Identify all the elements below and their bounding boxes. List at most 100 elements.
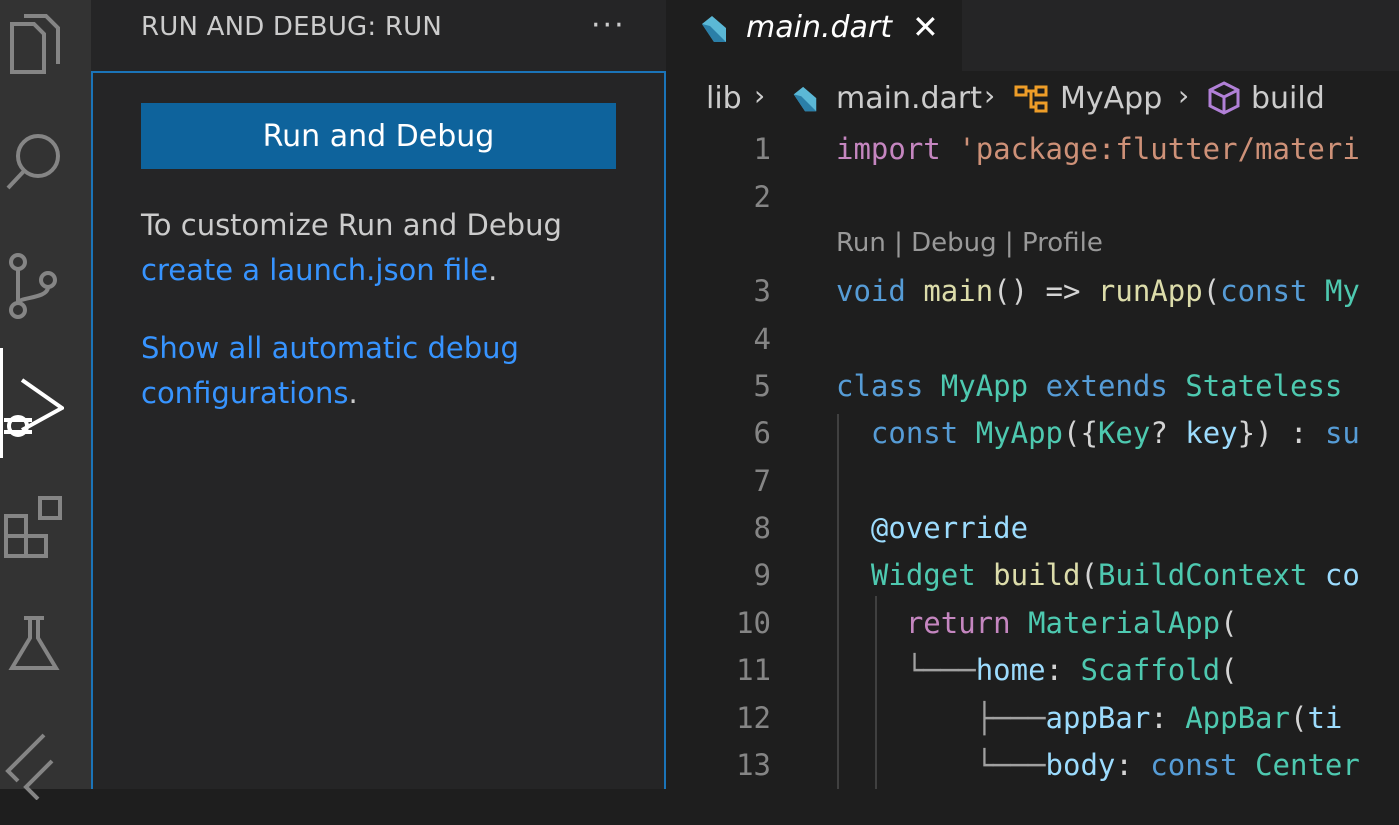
token: Key <box>1097 416 1151 450</box>
line-number: 6 <box>753 416 771 450</box>
line-number: 9 <box>753 558 771 592</box>
breadcrumb-class[interactable]: MyApp <box>1060 81 1162 116</box>
tab-main-dart[interactable]: main.dart ✕ <box>666 0 962 71</box>
codelens-separator: | <box>996 228 1022 258</box>
token: const <box>1150 748 1238 782</box>
breadcrumb-method[interactable]: build <box>1251 81 1325 116</box>
token: : <box>1045 653 1081 687</box>
token: void <box>836 274 906 308</box>
token: ti <box>1307 701 1343 735</box>
token: MyApp <box>940 369 1029 403</box>
token: extends <box>1045 369 1168 403</box>
token: ( <box>1220 606 1238 640</box>
extensions-icon[interactable] <box>0 482 91 592</box>
close-icon[interactable]: ✕ <box>912 8 939 46</box>
editor-area: main.dart ✕ lib › main.dart › MyApp › bu… <box>666 0 1399 789</box>
token: home <box>975 653 1046 687</box>
breadcrumb: lib › main.dart › MyApp › build <box>666 77 1399 123</box>
line-number: 4 <box>753 322 771 356</box>
codelens-run[interactable]: Run <box>836 228 886 258</box>
flutter-icon[interactable] <box>0 715 91 825</box>
line-number: 11 <box>736 653 771 687</box>
code-line: void main() => runApp(const My <box>836 274 1360 308</box>
token: AppBar <box>1185 701 1290 735</box>
token: My <box>1324 274 1360 308</box>
token: Stateless <box>1185 369 1343 403</box>
token: @override <box>870 511 1029 545</box>
code-editor[interactable]: 1 import 'package:flutter/materi 2 Run |… <box>666 126 1399 789</box>
line-number: 8 <box>753 511 771 545</box>
sidebar-title: RUN AND DEBUG: RUN <box>141 12 442 42</box>
code-line: └───body: const Center <box>836 748 1360 782</box>
show-auto-configs-link[interactable]: Show all automatic debug configurations <box>141 331 519 410</box>
class-symbol-icon <box>1014 83 1050 123</box>
token: appBar <box>1045 701 1151 735</box>
token: ( <box>1289 701 1308 735</box>
token: Center <box>1255 748 1360 782</box>
run-debug-sidebar: RUN AND DEBUG: RUN ··· Run and Debug To … <box>91 0 666 789</box>
run-and-debug-button[interactable]: Run and Debug <box>141 103 616 169</box>
code-line: return MaterialApp( <box>836 606 1238 640</box>
breadcrumb-separator: › <box>754 79 766 112</box>
method-cube-icon <box>1208 81 1240 123</box>
source-control-icon[interactable] <box>0 240 91 350</box>
token: import <box>836 132 941 166</box>
period: . <box>488 253 498 287</box>
token: su <box>1324 416 1360 450</box>
token: MyApp <box>975 416 1064 450</box>
show-auto-configs-line1[interactable]: Show all automatic debug <box>141 331 519 365</box>
token: const <box>1220 274 1308 308</box>
code-line: └───home: Scaffold( <box>836 653 1238 687</box>
breadcrumb-separator: › <box>1178 79 1190 112</box>
run-debug-icon[interactable] <box>0 360 91 470</box>
token: 'package:flutter/materi <box>958 132 1360 166</box>
token: }) : <box>1237 416 1325 450</box>
tree-guide: └─── <box>905 653 976 687</box>
line-number: 3 <box>753 274 771 308</box>
customize-hint: To customize Run and Debug create a laun… <box>141 203 641 293</box>
code-line: @override <box>836 511 1028 545</box>
codelens-debug[interactable]: Debug <box>911 228 997 258</box>
code-line: Widget build(BuildContext co <box>836 558 1360 592</box>
auto-configs-hint: Show all automatic debug configurations. <box>141 326 641 416</box>
more-actions-button[interactable]: ··· <box>591 8 626 43</box>
line-number: 7 <box>753 464 771 498</box>
explorer-icon[interactable] <box>0 0 91 110</box>
tab-bar: main.dart ✕ <box>666 0 1399 71</box>
token: ? <box>1150 416 1186 450</box>
search-icon[interactable] <box>0 118 91 228</box>
tree-guide: ├─── <box>975 701 1046 735</box>
token: : <box>1150 701 1186 735</box>
line-number: 10 <box>736 606 771 640</box>
tree-guide: └─── <box>975 748 1046 782</box>
line-number: 1 <box>753 132 771 166</box>
sidebar-body: Run and Debug To customize Run and Debug… <box>91 71 666 789</box>
token: runApp <box>1097 274 1203 308</box>
testing-icon[interactable] <box>0 600 91 710</box>
token: ( <box>1080 558 1098 592</box>
token: body <box>1045 748 1116 782</box>
create-launch-json-link[interactable]: create a launch.json file <box>141 253 488 287</box>
breadcrumb-separator: › <box>984 79 996 112</box>
breadcrumb-lib[interactable]: lib <box>706 81 742 116</box>
token: class <box>836 369 924 403</box>
token: : <box>1115 748 1151 782</box>
token: ( <box>1202 274 1221 308</box>
token: co <box>1324 558 1360 592</box>
breadcrumb-file[interactable]: main.dart <box>836 81 982 116</box>
show-auto-configs-line2[interactable]: configurations <box>141 376 348 410</box>
line-number: 5 <box>753 369 771 403</box>
code-line: import 'package:flutter/materi <box>836 132 1360 166</box>
dart-file-icon <box>790 85 820 123</box>
customize-text: To customize Run and Debug <box>141 208 562 242</box>
code-line: const MyApp({Key? key}) : su <box>836 416 1360 450</box>
dart-file-icon <box>698 14 730 50</box>
code-line: class MyApp extends Stateless <box>836 369 1342 403</box>
line-number: 2 <box>753 180 771 214</box>
token: MaterialApp <box>1028 606 1221 640</box>
codelens: Run | Debug | Profile <box>836 228 1103 258</box>
code-line: ├───appBar: AppBar(ti <box>836 701 1343 735</box>
token: main <box>923 274 994 308</box>
token: ({ <box>1063 416 1098 450</box>
codelens-profile[interactable]: Profile <box>1022 228 1103 258</box>
